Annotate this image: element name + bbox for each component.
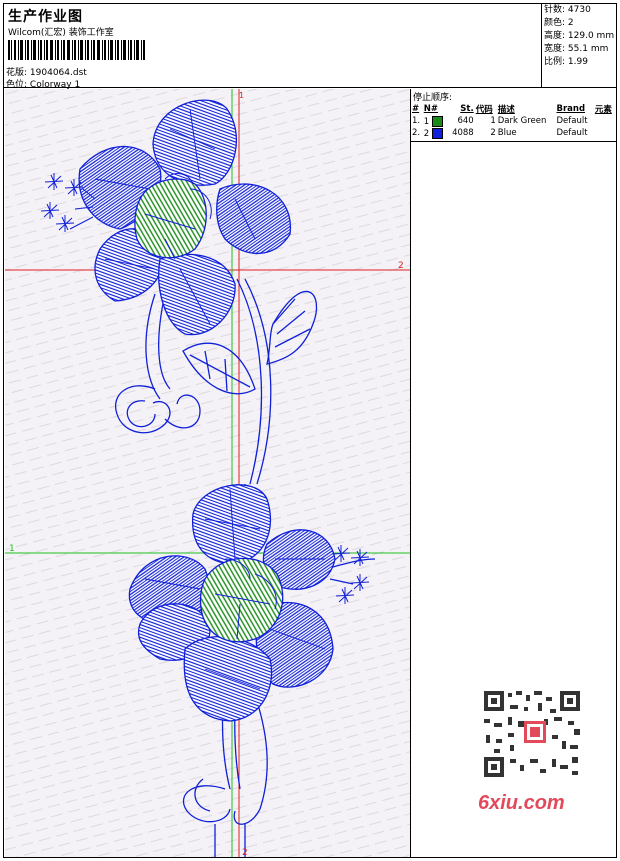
design-info: 针数: 4730 颜色: 2 高度: 129.0 mm 宽度: 55.1 mm … — [542, 4, 616, 88]
info-scale: 比例: 1.99 — [544, 57, 588, 67]
guide-label-bottom: 2 — [242, 848, 248, 857]
info-stitches: 针数: 4730 — [544, 5, 591, 15]
design-preview[interactable]: 1 2 1 2 — [5, 89, 411, 857]
qr-code-icon — [474, 685, 588, 783]
info-width: 宽度: 55.1 mm — [544, 44, 609, 54]
stop-sequence-title: 停止顺序: — [413, 93, 453, 103]
stop-sequence-table: # N# St. 代码 描述 Brand 元素 1. 1 640 1 Dark … — [411, 103, 616, 139]
table-row[interactable]: 2. 2 4088 2 Blue Default — [411, 127, 616, 139]
guide-label-left: 1 — [9, 544, 15, 554]
embroidery-design: 1 2 1 2 — [5, 89, 410, 857]
guide-label-right: 2 — [398, 261, 404, 271]
company-name: Wilcom(汇宏) 装饰工作室 — [8, 28, 114, 38]
info-colors: 颜色: 2 — [544, 18, 574, 28]
site-logo: 6xiu.com — [478, 792, 565, 814]
info-height: 高度: 129.0 mm — [544, 31, 615, 41]
page-title: 生产作业图 — [8, 9, 83, 25]
guide-label-top: 1 — [239, 91, 244, 100]
table-row[interactable]: 1. 1 640 1 Dark Green Default — [411, 115, 616, 127]
header-block: 生产作业图 Wilcom(汇宏) 装饰工作室 花版: 1904064.dst 色… — [4, 4, 542, 90]
color-swatch-blue — [431, 127, 443, 139]
production-sheet: 生产作业图 Wilcom(汇宏) 装饰工作室 花版: 1904064.dst 色… — [3, 3, 617, 858]
table-divider — [411, 141, 616, 142]
table-header-row: # N# St. 代码 描述 Brand 元素 — [412, 104, 612, 115]
color-swatch-green — [431, 115, 443, 127]
barcode-icon — [8, 40, 145, 60]
